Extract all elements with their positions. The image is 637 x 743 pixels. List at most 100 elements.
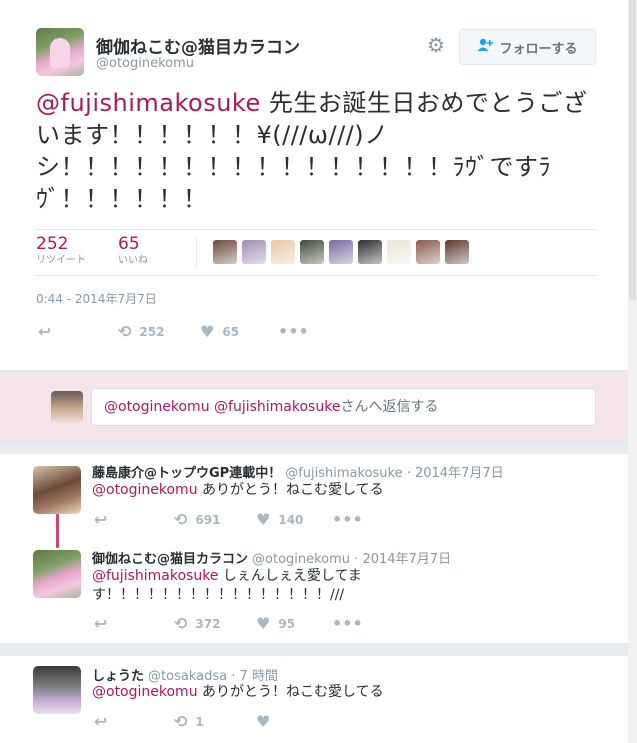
reply-button[interactable]: ↩ [94,510,107,529]
thread-line [56,514,59,548]
retweet-icon: ⟲ [174,712,188,731]
tweet-text: @fujishimakosuke 先生お誕生日おめでとうございます！！！！！！¥… [36,87,606,215]
liker-avatar[interactable] [358,240,382,264]
liker-avatar[interactable] [387,240,411,264]
liker-avatar[interactable] [213,240,237,264]
retweet-button[interactable]: ⟲ 372 [174,614,220,633]
retweet-button[interactable]: ⟲ 252 [118,322,164,341]
reply-button[interactable]: ↩ [94,614,107,633]
retweets-count: 252 [36,234,69,254]
reply-composer: @otoginekomu @fujishimakosukeさんへ返信する [0,370,628,442]
section-gap [0,442,628,454]
reply-suffix: さんへ返信する [340,399,439,415]
retweet-button[interactable]: ⟲ 691 [174,510,220,529]
reply-thread: 藤島康介@トップウGP連載中！ @fujishimakosuke · 2014年7… [0,454,628,642]
reply-mention-link[interactable]: @otoginekomu [92,684,198,700]
reply-mention-1: @otoginekomu [104,399,210,415]
tweet-stats: 252 リツイート 65 いいね [36,229,596,276]
liker-avatar[interactable] [445,240,469,264]
like-count: 65 [222,324,240,339]
reply-avatar[interactable] [33,550,81,598]
reply-mention-2: @fujishimakosuke [214,399,341,415]
retweets-label: リツイート [36,255,86,266]
reply-button[interactable]: ↩ [94,712,107,731]
reply-avatar[interactable] [33,466,81,514]
heart-icon: ♥ [200,322,215,341]
retweet-icon: ⟲ [174,510,188,529]
reply-avatar[interactable] [33,666,81,714]
scrollbar[interactable] [628,0,637,743]
tweet-mention-link[interactable]: @fujishimakosuke [36,89,261,117]
retweet-icon: ⟲ [118,322,132,341]
reply-header: しょうた @tosakadsa · 7 時間 [92,665,278,684]
heart-icon: ♥ [256,614,271,633]
reply-thread: しょうた @tosakadsa · 7 時間 @otoginekomu ありがとう… [0,656,628,743]
likes-stat[interactable]: 65 いいね [118,234,148,268]
more-button[interactable]: ••• [332,510,363,529]
section-gap [0,643,628,656]
tweet-timestamp[interactable]: 0:44 - 2014年7月7日 [36,290,157,307]
liker-avatar[interactable] [329,240,353,264]
likes-label: いいね [118,255,148,266]
like-count: 140 [278,512,304,527]
reply-body: ありがとう！ねこむ愛してる [197,684,384,700]
reply-input[interactable]: @otoginekomu @fujishimakosukeさんへ返信する [91,388,596,426]
like-button[interactable]: ♥ [256,712,278,731]
follow-label: フォローする [499,41,578,57]
reply-icon: ↩ [94,712,108,731]
retweet-button[interactable]: ⟲ 1 [174,712,204,731]
reply-author-name[interactable]: 御伽ねこむ@猫目カラコン [92,552,248,567]
reply-header: 藤島康介@トップウGP連載中！ @fujishimakosuke · 2014年7… [92,462,504,481]
reply-text: @otoginekomu ありがとう！ねこむ愛してる [92,481,392,500]
retweet-count: 372 [195,616,221,631]
retweets-stat[interactable]: 252 リツイート [36,234,86,268]
gear-icon[interactable]: ⚙ [425,34,447,56]
reply-meta[interactable]: @fujishimakosuke · 2014年7月7日 [285,466,503,481]
retweet-count: 1 [195,714,204,729]
reply-mention-link[interactable]: @otoginekomu [92,482,198,498]
liker-avatar[interactable] [242,240,266,264]
stats-divider [196,238,197,268]
reply-text: @fujishimakosuke しぇんしぇえ愛してます！！！！！！！！！！！！… [92,567,372,605]
reply-mention-link[interactable]: @fujishimakosuke [92,568,218,584]
add-user-icon [477,38,494,56]
heart-icon: ♥ [256,510,271,529]
likes-count: 65 [118,234,140,254]
more-button[interactable]: ••• [278,322,309,341]
scrollbar-thumb[interactable] [629,0,636,300]
more-icon: ••• [278,322,309,341]
liker-avatar[interactable] [300,240,324,264]
reply-meta[interactable]: @tosakadsa · 7 時間 [148,669,278,684]
reply-button[interactable]: ↩ [38,322,51,341]
reply-icon: ↩ [38,322,52,341]
more-icon: ••• [332,614,363,633]
retweet-count: 691 [195,512,221,527]
current-user-avatar [51,391,83,423]
more-button[interactable]: ••• [332,614,363,633]
likers-avatars [213,240,469,264]
reply-meta[interactable]: @otoginekomu · 2014年7月7日 [252,552,451,567]
retweet-count: 252 [139,324,165,339]
reply-text: @otoginekomu ありがとう！ねこむ愛してる [92,683,392,702]
main-tweet: 御伽ねこむ@猫目カラコン @otoginekomu ⚙ フォローする @fuji… [0,0,628,370]
reply-icon: ↩ [94,510,108,529]
reply-author-name[interactable]: しょうた [92,669,144,684]
heart-icon: ♥ [256,712,271,731]
liker-avatar[interactable] [416,240,440,264]
tweet-page: 御伽ねこむ@猫目カラコン @otoginekomu ⚙ フォローする @fuji… [0,0,637,743]
reply-icon: ↩ [94,614,108,633]
liker-avatar[interactable] [271,240,295,264]
more-icon: ••• [332,510,363,529]
reply-header: 御伽ねこむ@猫目カラコン @otoginekomu · 2014年7月7日 [92,548,451,567]
like-button[interactable]: ♥ 95 [256,614,295,633]
author-avatar[interactable] [36,28,84,76]
author-handle[interactable]: @otoginekomu [96,56,194,71]
reply-author-name[interactable]: 藤島康介@トップウGP連載中！ [92,466,281,481]
author-name[interactable]: 御伽ねこむ@猫目カラコン [96,33,300,58]
retweet-icon: ⟲ [174,614,188,633]
follow-button[interactable]: フォローする [459,29,596,65]
like-button[interactable]: ♥ 140 [256,510,303,529]
like-button[interactable]: ♥ 65 [200,322,239,341]
reply-body: ありがとう！ねこむ愛してる [197,482,384,498]
like-count: 95 [278,616,296,631]
